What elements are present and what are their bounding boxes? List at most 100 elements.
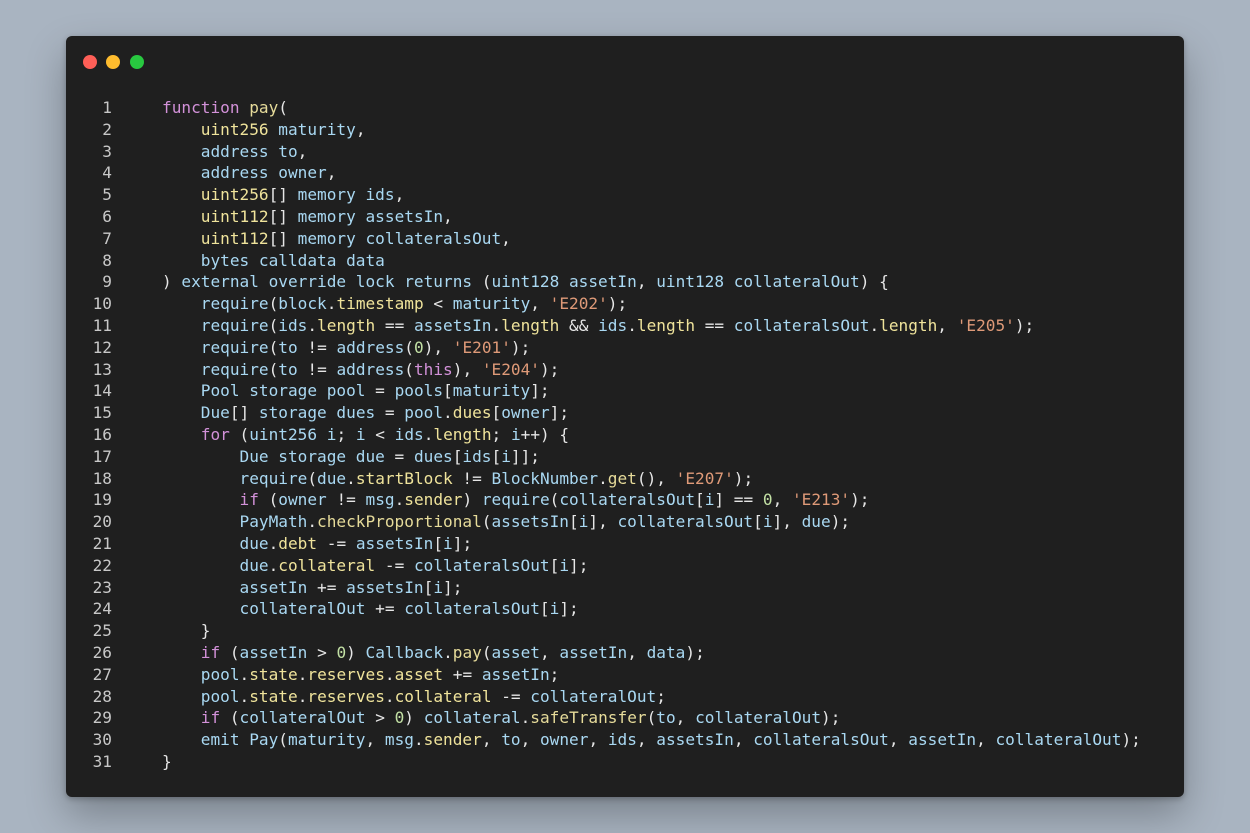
code-token: = (384, 446, 414, 466)
code-token: length (501, 315, 560, 335)
code-token: to (656, 708, 676, 728)
code-token: , (888, 730, 909, 750)
code-token: . (326, 294, 337, 314)
code-token: PayMath (239, 512, 308, 532)
close-window-button[interactable] (83, 55, 97, 69)
code-token: dues (413, 446, 453, 466)
code-token: checkProportional (317, 512, 482, 532)
code-token: ]; (549, 403, 570, 423)
code-line: 11 require(ids.length == assetsIn.length… (66, 315, 1184, 337)
code-token: due (801, 512, 831, 532)
code-token: get (607, 468, 637, 488)
code-token: state (249, 664, 298, 684)
line-text: function pay( (162, 97, 288, 119)
code-token: i (549, 599, 560, 619)
code-token: ) (404, 708, 424, 728)
line-text: uint256[] memory ids, (162, 184, 405, 206)
line-text: Due[] storage dues = pool.dues[owner]; (162, 402, 569, 424)
code-token: . (598, 468, 608, 488)
code-token: ), (423, 337, 453, 357)
code-line: 29 if (collateralOut > 0) collateral.saf… (66, 707, 1184, 729)
code-token: > (365, 708, 395, 728)
code-token: collateralsOut (559, 490, 696, 510)
code-token: , (443, 206, 453, 226)
code-token: , (365, 730, 385, 750)
line-number: 21 (92, 533, 112, 553)
code-token: [ (452, 446, 463, 466)
line-number: 10 (92, 294, 112, 314)
code-token: ] == (714, 490, 763, 510)
minimize-window-button[interactable] (106, 55, 120, 69)
line-number: 4 (102, 163, 112, 183)
code-line: 28 pool.state.reserves.collateral -= col… (66, 686, 1184, 708)
code-token: (), (636, 468, 676, 488)
code-line: 14 Pool storage pool = pools[maturity]; (66, 380, 1184, 402)
code-token: ( (268, 359, 279, 379)
code-line: 18 require(due.startBlock != BlockNumber… (66, 468, 1184, 490)
code-token: ]; (443, 577, 463, 597)
code-token: , (588, 730, 608, 750)
code-line: 17 Due storage due = dues[ids[i]]; (66, 446, 1184, 468)
code-token: timestamp (336, 294, 424, 314)
code-token: = (365, 381, 395, 401)
code-token: ); (685, 642, 705, 662)
code-token: 0 (336, 642, 347, 662)
code-token: != (452, 468, 492, 488)
code-token: data (646, 642, 686, 662)
code-token: ( (278, 730, 288, 750)
code-token: , (297, 141, 308, 161)
code-token: i (355, 424, 366, 444)
code-token: ids (278, 315, 308, 335)
code-token: 0 (413, 337, 424, 357)
line-text: } (162, 751, 172, 773)
code-token: maturity (268, 119, 356, 139)
zoom-window-button[interactable] (130, 55, 144, 69)
code-token: reserves (307, 686, 385, 706)
code-token: asset (394, 664, 444, 684)
code-token: collateralsOut (753, 730, 889, 750)
code-token: . (239, 664, 250, 684)
line-number: 7 (102, 228, 112, 248)
code-token: due (317, 468, 347, 488)
code-token: address to (200, 141, 298, 161)
line-number: 27 (92, 664, 112, 684)
code-token: asset (491, 642, 540, 662)
code-token: require (200, 337, 269, 357)
code-token: assetIn (481, 664, 550, 684)
code-token: collateralsOut (617, 512, 754, 532)
code-token: ( (229, 424, 250, 444)
code-token: , (675, 708, 696, 728)
code-token: ids (462, 446, 492, 466)
code-token: assetIn (239, 577, 308, 597)
code-token: ( (481, 512, 492, 532)
code-token: [ (491, 446, 502, 466)
code-token: , (530, 294, 550, 314)
code-token: msg (384, 730, 414, 750)
line-text: require(ids.length == assetsIn.length &&… (162, 315, 1034, 337)
code-token: i (510, 424, 521, 444)
code-token: ; (491, 424, 511, 444)
line-text: due.debt -= assetsIn[i]; (162, 533, 473, 555)
code-token: ( (646, 708, 657, 728)
line-text: address to, (162, 141, 308, 163)
code-line: 13 require(to != address(this), 'E204'); (66, 359, 1184, 381)
line-text: bytes calldata data (162, 250, 385, 272)
code-token: collateral (394, 686, 492, 706)
code-token: , (540, 642, 560, 662)
line-text: uint256 maturity, (162, 119, 366, 141)
window-titlebar (66, 36, 1184, 86)
code-token: ( (404, 337, 414, 357)
code-token: if (239, 490, 259, 510)
code-line: 5 uint256[] memory ids, (66, 184, 1184, 206)
code-token: assetIn (239, 642, 308, 662)
code-token: ( (268, 337, 279, 357)
line-text: due.collateral -= collateralsOut[i]; (162, 555, 589, 577)
